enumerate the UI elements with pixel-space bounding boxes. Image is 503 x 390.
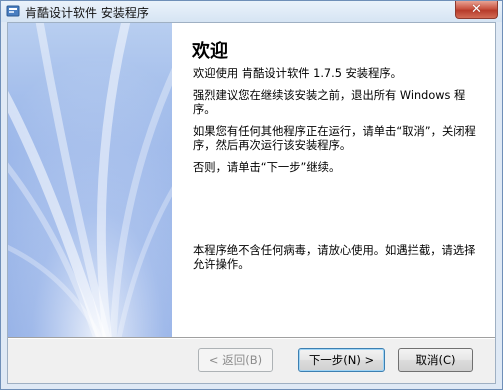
wizard-client-area: 欢迎 欢迎使用 肯酷设计软件 1.7.5 安装程序。 强烈建议您在继续该安装之前… bbox=[7, 22, 496, 384]
close-button[interactable]: ✕ bbox=[455, 1, 498, 19]
banner-swirl-art bbox=[8, 23, 172, 337]
page-title: 欢迎 bbox=[192, 41, 228, 62]
installer-app-icon bbox=[6, 5, 20, 17]
next-instruction-text: 否则，请单击“下一步”继续。 bbox=[193, 161, 341, 174]
window-title: 肯酷设计软件 安装程序 bbox=[25, 6, 149, 20]
back-button[interactable]: < 返回(B) bbox=[198, 348, 273, 372]
cancel-instruction-text: 如果您有任何其他程序正在运行，请单击“取消”，关闭程序，然后再次运行该安装程序。 bbox=[193, 125, 476, 152]
close-icon: ✕ bbox=[471, 2, 482, 17]
installer-window: 肯酷设计软件 安装程序 ✕ 欢迎 欢迎使用 肯酷设计软件 1.7.5 安装程序。… bbox=[0, 0, 503, 390]
wizard-side-banner bbox=[8, 23, 172, 337]
cancel-button[interactable]: 取消(C) bbox=[398, 348, 473, 372]
exit-programs-text: 强烈建议您在继续该安装之前，退出所有 Windows 程序。 bbox=[193, 89, 466, 116]
next-button[interactable]: 下一步(N) > bbox=[298, 348, 385, 372]
wizard-content: 欢迎 欢迎使用 肯酷设计软件 1.7.5 安装程序。 强烈建议您在继续该安装之前… bbox=[172, 23, 495, 337]
welcome-text: 欢迎使用 肯酷设计软件 1.7.5 安装程序。 bbox=[193, 67, 402, 80]
button-area-divider bbox=[8, 337, 495, 339]
title-bar[interactable]: 肯酷设计软件 安装程序 ✕ bbox=[1, 1, 502, 22]
virus-notice-text: 本程序绝不含任何病毒，请放心使用。如遇拦截，请选择允许操作。 bbox=[193, 244, 476, 271]
